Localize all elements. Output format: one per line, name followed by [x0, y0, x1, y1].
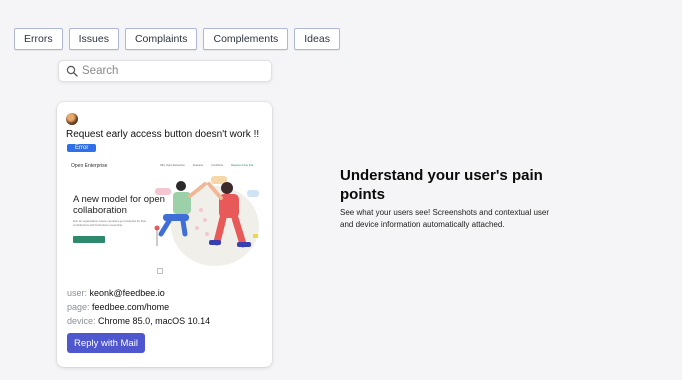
page-label: page:: [67, 302, 90, 312]
screenshot-menu-item: Features: [192, 164, 204, 167]
screenshot-brand: Open Enterprise: [71, 163, 108, 169]
tab-issues[interactable]: Issues: [68, 28, 119, 50]
collaboration-illustration: [154, 176, 259, 266]
tab-complaints[interactable]: Complaints: [124, 28, 198, 50]
user-row: user: keonk@feedbee.io: [67, 288, 165, 298]
user-label: user:: [67, 288, 88, 298]
user-email: keonk@feedbee.io: [89, 288, 165, 298]
screenshot-footer-logo: [157, 268, 163, 274]
device-row: device: Chrome 85.0, macOS 10.14: [67, 316, 210, 326]
screenshot-subtext: Run an organisation where members get re…: [73, 219, 147, 227]
page-url: feedbee.com/home: [92, 302, 170, 312]
page-row: page: feedbee.com/home: [67, 302, 169, 312]
search-input[interactable]: [82, 65, 262, 77]
tab-complements[interactable]: Complements: [203, 28, 289, 50]
screenshot-menu-item: Request a free trial: [231, 164, 253, 167]
feature-description: See what your users see! Screenshots and…: [340, 208, 550, 229]
feature-headline: Understand your user's pain points: [340, 167, 543, 203]
category-tabs: Errors Issues Complaints Complements Ide…: [14, 28, 340, 50]
feedback-card[interactable]: Request early access button doesn't work…: [57, 102, 272, 367]
search-icon: [66, 65, 78, 77]
status-badge: Error: [67, 144, 97, 152]
tab-ideas[interactable]: Ideas: [294, 28, 340, 50]
attached-screenshot[interactable]: Open Enterprise Why Open Enterprise Feat…: [67, 158, 261, 280]
reply-with-mail-button[interactable]: Reply with Mail: [67, 333, 145, 353]
device-info: Chrome 85.0, macOS 10.14: [98, 316, 211, 326]
search-box[interactable]: [58, 60, 272, 82]
card-title: Request early access button doesn't work…: [66, 129, 260, 140]
screenshot-menu-item: Why Open Enterprise: [160, 164, 185, 167]
avatar: [66, 113, 78, 125]
screenshot-menu-item: Contribute: [211, 164, 224, 167]
screenshot-cta-button: [73, 236, 105, 243]
device-label: device:: [67, 316, 96, 326]
screenshot-menu: Why Open Enterprise Features Contribute …: [160, 164, 253, 167]
tab-errors[interactable]: Errors: [14, 28, 63, 50]
